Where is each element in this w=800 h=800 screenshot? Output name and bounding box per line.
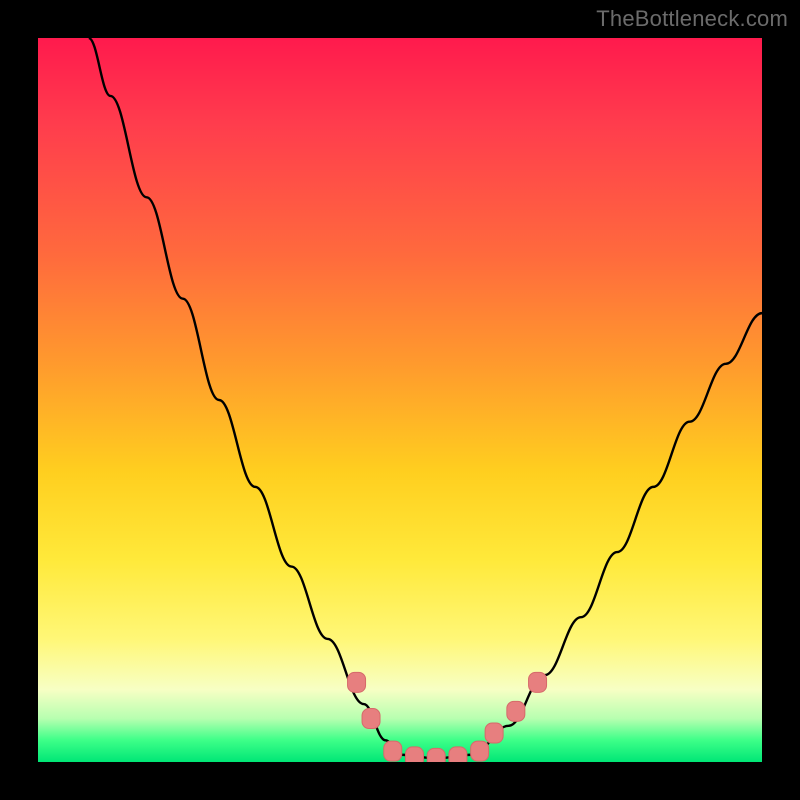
curve-marker [529,672,547,692]
curve-marker [485,723,503,743]
plot-area [38,38,762,762]
curve-marker [348,672,366,692]
chart-frame: TheBottleneck.com [0,0,800,800]
curve-marker [405,747,423,762]
bottleneck-curve [38,38,762,762]
curve-marker [384,741,402,761]
curve-marker [507,701,525,721]
curve-marker [449,747,467,762]
marker-group [348,672,547,762]
curve-marker [471,741,489,761]
curve-right-path [472,313,762,755]
curve-marker [427,748,445,762]
curve-marker [362,709,380,729]
watermark-text: TheBottleneck.com [596,6,788,32]
curve-left-path [89,38,400,755]
